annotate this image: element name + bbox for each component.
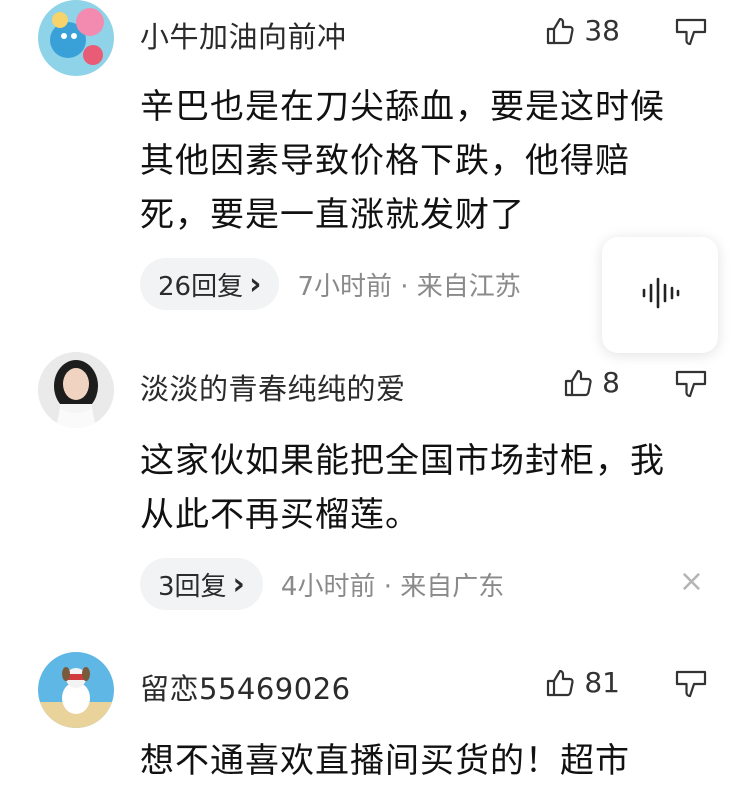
thumbs-down-icon [674, 668, 708, 700]
voice-button[interactable] [602, 237, 718, 353]
like-count: 38 [584, 14, 620, 47]
reply-button[interactable]: 26回复 › [140, 258, 280, 310]
comment-text: 想不通喜欢直播间买货的！超市 [140, 734, 700, 788]
avatar[interactable] [38, 652, 114, 728]
thumbs-up-icon [544, 667, 576, 699]
comment-time-location: 7小时前 · 来自江苏 [297, 271, 521, 302]
like-count: 81 [584, 666, 620, 699]
reply-count-label: 3回复 [158, 571, 227, 602]
voice-wave-icon [640, 277, 680, 313]
like-button[interactable]: 81 [544, 666, 620, 699]
comment-text-line: 从此不再买榴莲。 [140, 495, 420, 535]
comment-item: 淡淡的青春纯纯的爱 8 这家伙如果能把全国市场封柜，我 从此不再买榴莲。 3回复… [0, 340, 750, 640]
avatar[interactable] [38, 0, 114, 76]
like-button[interactable]: 38 [544, 14, 620, 47]
username[interactable]: 淡淡的青春纯纯的爱 [140, 366, 406, 408]
avatar[interactable] [38, 352, 114, 428]
dislike-button[interactable] [674, 668, 708, 700]
like-count: 8 [602, 366, 620, 399]
comment-text: 这家伙如果能把全国市场封柜，我 从此不再买榴莲。 [140, 434, 700, 542]
dislike-button[interactable] [674, 368, 708, 400]
reply-count-label: 26回复 [158, 271, 244, 302]
comment-text-line: 辛巴也是在刀尖舔血，要是这时候 [140, 87, 665, 127]
username[interactable]: 留恋55469026 [140, 666, 351, 708]
dislike-button[interactable] [674, 16, 708, 48]
comment-text-line: 这家伙如果能把全国市场封柜，我 [140, 441, 665, 481]
username[interactable]: 小牛加油向前冲 [140, 14, 347, 56]
comment-list: 小牛加油向前冲 38 辛巴也是在刀尖舔血，要是这时候 其他因素导致价格下跌，他得… [0, 0, 750, 799]
comment-text-line: 死，要是一直涨就发财了 [140, 195, 525, 235]
chevron-right-icon: › [249, 266, 262, 302]
comment-meta: 26回复 › 7小时前 · 来自江苏 [140, 258, 521, 310]
comment-text-line: 想不通喜欢直播间买货的！超市 [140, 741, 630, 781]
comment-item: 留恋55469026 81 想不通喜欢直播间买货的！超市 [0, 640, 750, 799]
comment-time-location: 4小时前 · 来自广东 [280, 571, 505, 602]
thumbs-down-icon [674, 368, 708, 400]
thumbs-up-icon [544, 15, 576, 47]
chevron-right-icon: › [232, 566, 245, 602]
like-button[interactable]: 8 [562, 366, 620, 399]
close-icon[interactable]: × [679, 564, 704, 599]
thumbs-up-icon [562, 367, 594, 399]
comment-meta: 3回复 › 4小时前 · 来自广东 [140, 558, 504, 610]
comment-text: 辛巴也是在刀尖舔血，要是这时候 其他因素导致价格下跌，他得赔 死，要是一直涨就发… [140, 80, 700, 242]
comment-text-line: 其他因素导致价格下跌，他得赔 [140, 141, 630, 181]
thumbs-down-icon [674, 16, 708, 48]
reply-button[interactable]: 3回复 › [140, 558, 263, 610]
